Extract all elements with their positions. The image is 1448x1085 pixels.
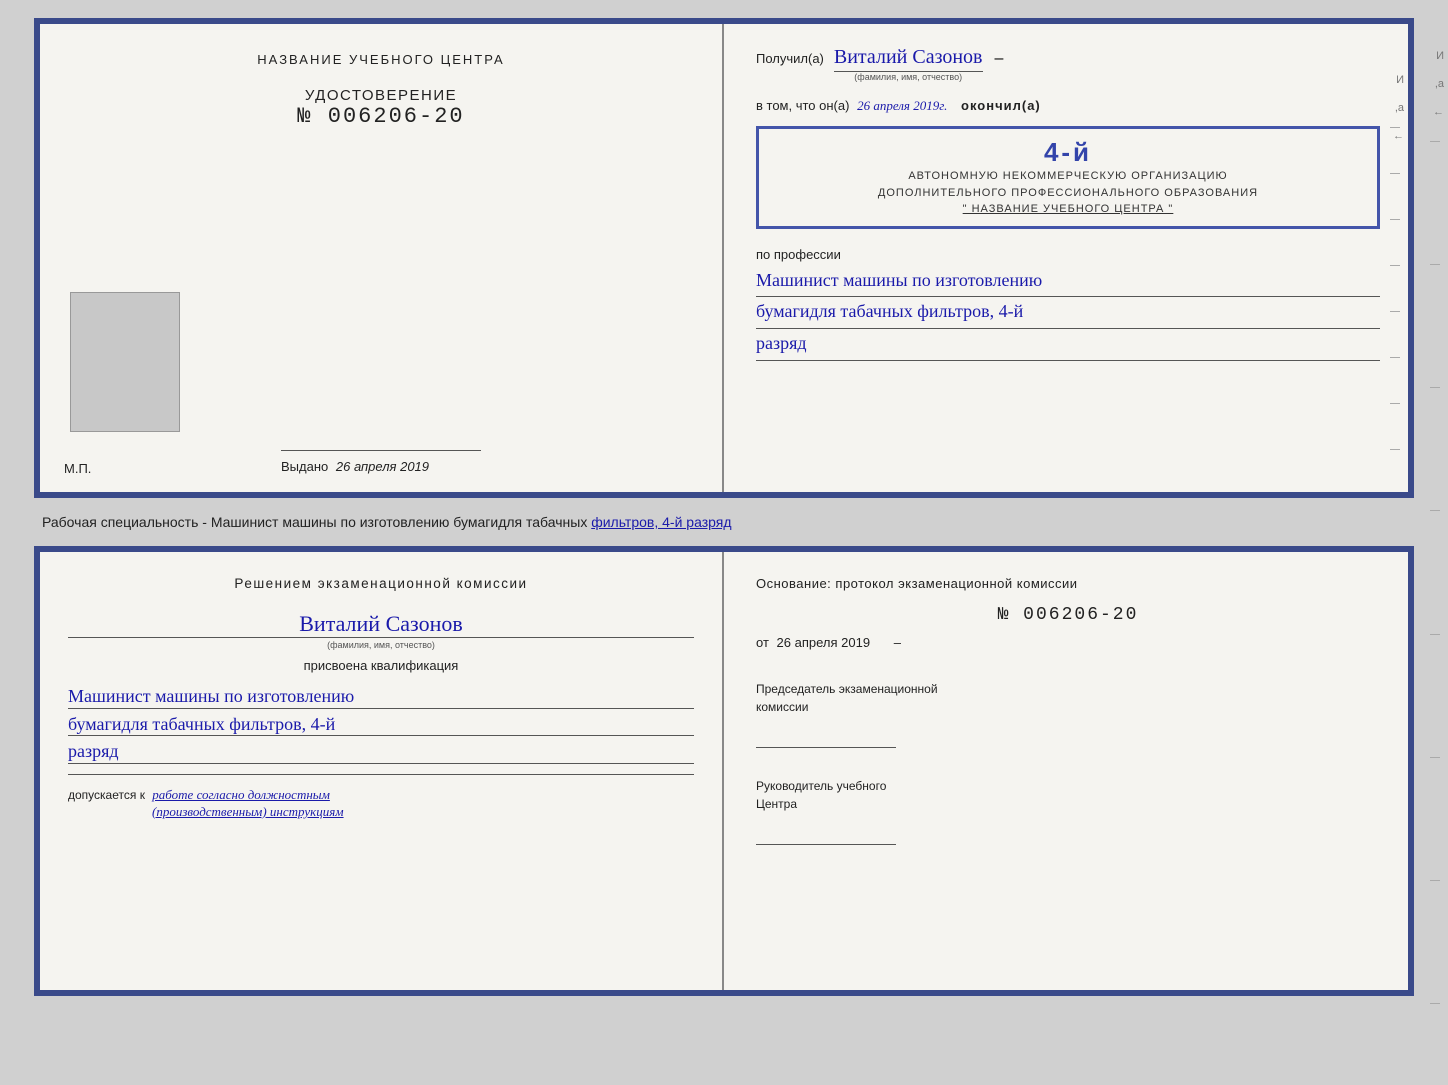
side-mark-arrow: ← bbox=[1393, 130, 1404, 142]
cert-bottom-right-panel: Основание: протокол экзаменационной коми… bbox=[724, 552, 1408, 990]
fio-label-bottom: (фамилия, имя, отчество) bbox=[68, 637, 694, 650]
recipient-block-bottom: Виталий Сазонов (фамилия, имя, отчество) bbox=[68, 601, 694, 658]
recipient-name-bottom: Виталий Сазонов bbox=[68, 611, 694, 637]
side-marks-bottom: И ,а ← bbox=[1433, 50, 1444, 118]
profession-hw2-bottom: бумагидля табачных фильтров, 4-й bbox=[68, 709, 694, 737]
certificate-top: НАЗВАНИЕ УЧЕБНОГО ЦЕНТРА УДОСТОВЕРЕНИЕ №… bbox=[34, 18, 1414, 498]
profession-block-bottom: Машинист машины по изготовлению бумагидл… bbox=[68, 681, 694, 764]
dopuskaetsya-line2: (производственным) инструкциям bbox=[152, 803, 694, 821]
caption-text: Рабочая специальность - Машинист машины … bbox=[42, 514, 1406, 530]
side-mark-i: И bbox=[1393, 74, 1404, 86]
recipient-name-top: Виталий Сазонов bbox=[834, 46, 983, 72]
profession-hw1-bottom: Машинист машины по изготовлению bbox=[68, 681, 694, 709]
profession-hw3-bottom: разряд bbox=[68, 736, 694, 764]
side-mark-a: ,а bbox=[1393, 102, 1404, 114]
dopuskaetsya-line: допускается к работе согласно должностны… bbox=[68, 787, 694, 803]
vtom-line: в том, что он(а) 26 апреля 2019г. окончи… bbox=[756, 98, 1380, 114]
poluchil-line: Получил(а) Виталий Сазонов (фамилия, имя… bbox=[756, 46, 1380, 82]
profession-hw1-top: Машинист машины по изготовлению bbox=[756, 266, 1380, 298]
caption-underlined: фильтров, 4-й разряд bbox=[591, 514, 731, 530]
profession-hw3-top: разряд bbox=[756, 329, 1380, 361]
certificate-bottom: Решением экзаменационной комиссии Витали… bbox=[34, 546, 1414, 996]
profession-block-top: Машинист машины по изготовлению бумагидл… bbox=[756, 266, 1380, 361]
predsedatel-block: Председатель экзаменационной комиссии bbox=[756, 680, 1380, 753]
side-marks-top: И ,а ← bbox=[1393, 74, 1404, 142]
stamp-line1: АВТОНОМНУЮ НЕКОММЕРЧЕСКУЮ ОРГАНИЗАЦИЮ bbox=[773, 168, 1363, 185]
cert-top-right-panel: Получил(а) Виталий Сазонов (фамилия, имя… bbox=[724, 24, 1408, 492]
dopuskaetsya-handwritten2: (производственным) инструкциям bbox=[152, 804, 344, 819]
right-edge-dashes bbox=[1390, 104, 1400, 472]
udostoverenie-number: № 006206-20 bbox=[297, 104, 464, 129]
rukov-label: Руководитель учебного bbox=[756, 777, 1380, 795]
stamp-line3: " НАЗВАНИЕ УЧЕБНОГО ЦЕНТРА " bbox=[773, 201, 1363, 218]
dopuskaetsya-handwritten1: работе согласно должностным bbox=[152, 787, 330, 802]
osnovaniye-label: Основание: протокол экзаменационной коми… bbox=[756, 576, 1380, 591]
okonchil-label: окончил(а) bbox=[961, 98, 1041, 113]
caption-plain: Рабочая специальность - Машинист машины … bbox=[42, 514, 587, 530]
training-center-title-top: НАЗВАНИЕ УЧЕБНОГО ЦЕНТРА bbox=[257, 52, 504, 67]
stamp-line2: ДОПОЛНИТЕЛЬНОГО ПРОФЕССИОНАЛЬНОГО ОБРАЗО… bbox=[773, 185, 1363, 202]
fio-label-top: (фамилия, имя, отчество) bbox=[854, 72, 962, 82]
side-mark-i-b: И bbox=[1433, 50, 1444, 62]
vydano-label: Выдано bbox=[281, 459, 328, 474]
cert-bottom-left-panel: Решением экзаменационной комиссии Витали… bbox=[40, 552, 724, 990]
right-edge-dashes-bottom bbox=[1430, 80, 1440, 1065]
udostoverenie-label: УДОСТОВЕРЕНИЕ bbox=[297, 87, 464, 104]
vtom-prefix: в том, что он(а) bbox=[756, 98, 849, 113]
udostoverenie-block: УДОСТОВЕРЕНИЕ № 006206-20 bbox=[297, 87, 464, 129]
dopuskaetsya-prefix: допускается к bbox=[68, 788, 145, 802]
protocol-number: № 006206-20 bbox=[756, 605, 1380, 625]
poluchil-prefix: Получил(а) bbox=[756, 51, 824, 66]
rukov-sign-line bbox=[756, 821, 896, 845]
predsedatel-label2: комиссии bbox=[756, 698, 1380, 716]
side-mark-arrow-b: ← bbox=[1433, 106, 1444, 118]
rukov-label2: Центра bbox=[756, 795, 1380, 813]
predsedatel-label: Председатель экзаменационной bbox=[756, 680, 1380, 698]
vydano-date: 26 апреля 2019 bbox=[336, 459, 429, 474]
stamp-number: 4-й bbox=[1044, 137, 1092, 167]
resheniyem-label: Решением экзаменационной комиссии bbox=[68, 576, 694, 591]
ot-prefix: от bbox=[756, 635, 769, 650]
side-mark-a-b: ,а bbox=[1433, 78, 1444, 90]
rukov-block: Руководитель учебного Центра bbox=[756, 777, 1380, 850]
cert-top-left-panel: НАЗВАНИЕ УЧЕБНОГО ЦЕНТРА УДОСТОВЕРЕНИЕ №… bbox=[40, 24, 724, 492]
po-professii-label: по профессии bbox=[756, 247, 1380, 262]
ot-date: 26 апреля 2019 bbox=[777, 635, 871, 650]
vtom-date: 26 апреля 2019г. bbox=[857, 98, 947, 113]
vydano-line: Выдано 26 апреля 2019 bbox=[281, 459, 481, 474]
prisvoena-label: присвоена квалификация bbox=[68, 658, 694, 673]
photo-placeholder bbox=[70, 292, 180, 432]
mp-label: М.П. bbox=[64, 461, 91, 476]
profession-hw2-top: бумагидля табачных фильтров, 4-й bbox=[756, 297, 1380, 329]
page-background: НАЗВАНИЕ УЧЕБНОГО ЦЕНТРА УДОСТОВЕРЕНИЕ №… bbox=[0, 0, 1448, 1085]
stamp-block: 4-й АВТОНОМНУЮ НЕКОММЕРЧЕСКУЮ ОРГАНИЗАЦИ… bbox=[756, 126, 1380, 229]
caption-between: Рабочая специальность - Машинист машины … bbox=[34, 510, 1414, 534]
predsedatel-sign-line bbox=[756, 724, 896, 748]
ot-line: от 26 апреля 2019 – bbox=[756, 635, 1380, 650]
